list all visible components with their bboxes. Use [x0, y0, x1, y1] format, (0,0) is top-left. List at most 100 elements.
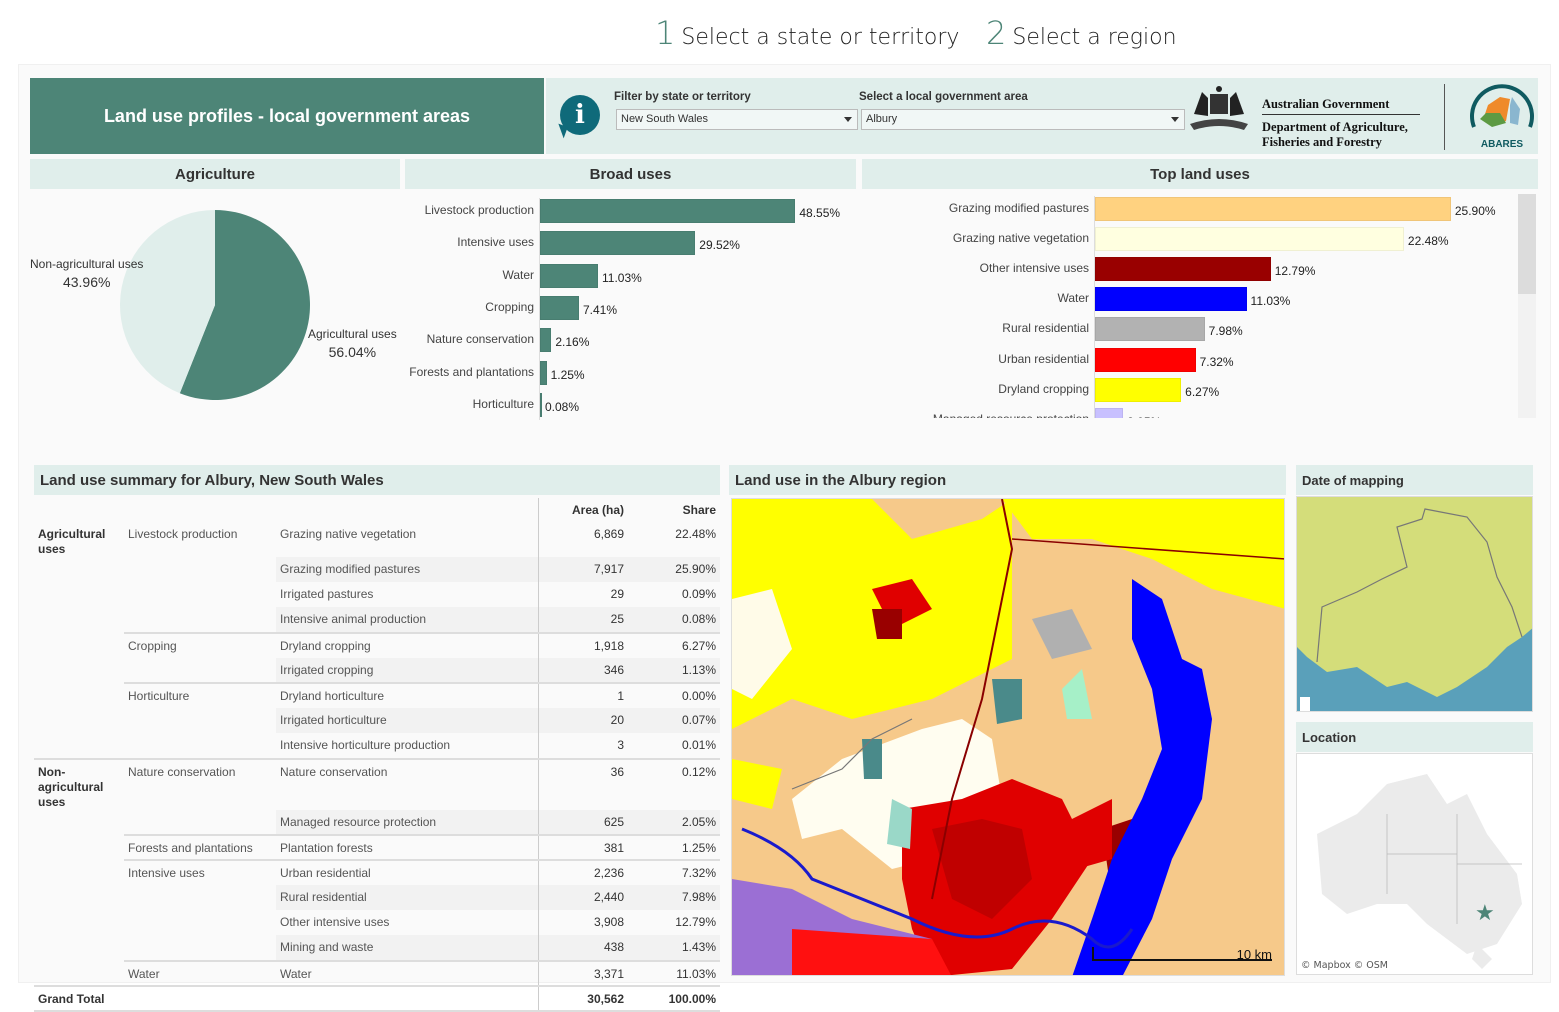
bar[interactable]	[540, 231, 696, 256]
row-land-use-label: Plantation forests	[276, 833, 538, 860]
row-group-label	[34, 860, 124, 885]
row-subgroup-label	[124, 582, 276, 607]
row-area-value: 2,236	[537, 858, 628, 886]
section-summary: Land use summary for Albury, New South W…	[34, 465, 720, 495]
info-icon[interactable]: i	[560, 95, 600, 135]
bar-row[interactable]: Cropping 7.41%	[400, 295, 860, 320]
bar-row[interactable]: Grazing modified pastures 25.90%	[862, 197, 1517, 221]
bar-category-label: Dryland cropping	[998, 381, 1089, 396]
state-filter-label: Filter by state or territory	[614, 91, 751, 103]
date-of-mapping-map[interactable]	[1296, 496, 1533, 712]
table-row[interactable]: Horticulture Dryland horticulture 1 0.00%	[34, 681, 720, 709]
bar-row[interactable]: Livestock production 48.55%	[400, 199, 860, 223]
top-land-uses-bar-chart: Grazing modified pastures 25.90% Grazing n…	[862, 196, 1517, 418]
table-row[interactable]: Forests and plantations Plantation forest…	[34, 833, 720, 860]
row-land-use-label: Managed resource protection	[276, 809, 538, 835]
bar[interactable]	[1095, 407, 1124, 418]
table-row[interactable]: Intensive uses Urban residential 2,236 7.32…	[34, 858, 720, 886]
abares-logo: ABARES	[1470, 84, 1534, 150]
section-agriculture: Agriculture	[30, 159, 400, 189]
bar-row[interactable]: Rural residential 7.98%	[862, 317, 1517, 342]
row-land-use-label: Irrigated horticulture	[276, 708, 538, 734]
gov-name: Australian Government	[1262, 97, 1420, 115]
row-land-use-label: Grazing modified pastures	[276, 557, 538, 583]
bar-row[interactable]: Intensive uses 29.52%	[400, 231, 860, 256]
row-group-label	[34, 810, 124, 835]
bar-value-label: 11.03%	[602, 270, 642, 285]
bar[interactable]	[1095, 227, 1404, 252]
bar[interactable]	[1095, 377, 1182, 402]
row-subgroup-label: Livestock production	[128, 527, 238, 541]
table-row[interactable]: Other intensive uses 3,908 12.79%	[34, 910, 720, 936]
table-row[interactable]: Rural residential 2,440 7.98%	[34, 885, 720, 911]
bar-row[interactable]: Water 11.03%	[862, 287, 1517, 312]
row-area-value: 25	[537, 607, 628, 633]
table-row[interactable]: Grazing modified pastures 7,917 25.90%	[34, 557, 720, 583]
row-area-value: 3,908	[537, 910, 628, 936]
table-row[interactable]: Agricultural uses Livestock production Gra…	[34, 522, 720, 557]
row-subgroup-label	[124, 810, 276, 835]
table-row[interactable]: Non-agricultural uses Nature conservation…	[34, 757, 720, 810]
bar-value-label: 7.32%	[1199, 354, 1234, 369]
row-group-label	[34, 885, 124, 910]
bar[interactable]	[540, 360, 547, 385]
bar-row[interactable]: Horticulture 0.08%	[400, 392, 860, 417]
bar-value-label: 1.25%	[550, 367, 585, 382]
grand-total-cell: Grand Total	[34, 984, 124, 1012]
bar-category-label: Grazing native vegetation	[952, 231, 1089, 246]
row-land-use-label: Water	[276, 959, 538, 986]
bar-row[interactable]: Other intensive uses 12.79%	[862, 257, 1517, 282]
land-use-summary-table: Area (ha) Share Agricultural uses Livesto…	[34, 498, 720, 1012]
row-area-value: 3,371	[537, 959, 628, 986]
table-row[interactable]: Mining and waste 438 1.43%	[34, 935, 720, 961]
bar[interactable]	[540, 199, 796, 223]
bar-category-label: Horticulture	[472, 396, 534, 411]
row-subgroup-label	[124, 557, 276, 582]
lga-select[interactable]: Albury	[861, 109, 1185, 130]
bar-category-label: Water	[1057, 291, 1089, 306]
bar[interactable]	[540, 328, 552, 353]
bar-row[interactable]: Water 11.03%	[400, 263, 860, 288]
scrollbar-thumb[interactable]	[1518, 194, 1536, 294]
bar-row[interactable]: Grazing native vegetation 22.48%	[862, 227, 1517, 252]
bar-value-label: 11.03%	[1250, 294, 1291, 309]
bar-row[interactable]: Dryland cropping 6.27%	[862, 377, 1517, 402]
logo-divider	[1444, 84, 1445, 150]
row-land-use-label: Irrigated cropping	[276, 657, 538, 683]
annotation-step-1: 1 Select a state or territory	[655, 14, 960, 52]
row-area-value: 1	[537, 681, 628, 709]
bar[interactable]	[1095, 317, 1205, 342]
location-map[interactable]: ★ © Mapbox © OSM	[1296, 753, 1533, 975]
row-share-value: 22.48%	[675, 527, 716, 541]
state-select[interactable]: New South Wales	[616, 109, 858, 130]
bar-row[interactable]: Forests and plantations 1.25%	[400, 360, 860, 385]
bar[interactable]	[1095, 197, 1451, 221]
table-row[interactable]: Irrigated horticulture 20 0.07%	[34, 708, 720, 734]
bar-row[interactable]: Managed resource protection 2.05%	[862, 407, 1517, 418]
table-row[interactable]: Water Water 3,371 11.03%	[34, 959, 720, 986]
bar[interactable]	[1095, 347, 1196, 372]
bar[interactable]	[540, 263, 599, 288]
land-use-map[interactable]: 10 km	[731, 498, 1285, 976]
table-row[interactable]: Intensive horticulture production 3 0.01%	[34, 733, 720, 759]
table-row[interactable]: Managed resource protection 625 2.05%	[34, 809, 720, 835]
row-subgroup-label	[124, 708, 276, 733]
bar-row[interactable]: Urban residential 7.32%	[862, 347, 1517, 372]
bar[interactable]	[540, 295, 579, 320]
bar-row[interactable]: Nature conservation 2.16%	[400, 328, 860, 353]
map-attribution: © Mapbox © OSM	[1301, 960, 1388, 971]
australia-outline-graphic	[1317, 774, 1522, 969]
row-area-value: 346	[537, 657, 628, 683]
row-group-label	[34, 633, 124, 658]
table-row[interactable]: Cropping Dryland cropping 1,918 6.27%	[34, 631, 720, 658]
bar[interactable]	[540, 392, 542, 417]
table-row[interactable]: Irrigated cropping 346 1.13%	[34, 657, 720, 683]
grand-total-cell	[124, 984, 276, 1012]
bar[interactable]	[1095, 287, 1247, 312]
row-subgroup-label: Nature conservation	[124, 757, 276, 810]
table-row[interactable]: Irrigated pastures 29 0.09%	[34, 582, 720, 608]
table-row[interactable]: Intensive animal production 25 0.08%	[34, 607, 720, 633]
row-share-value: 0.07%	[628, 708, 720, 734]
top-land-uses-scrollbar[interactable]	[1518, 194, 1536, 418]
bar[interactable]	[1095, 257, 1271, 282]
